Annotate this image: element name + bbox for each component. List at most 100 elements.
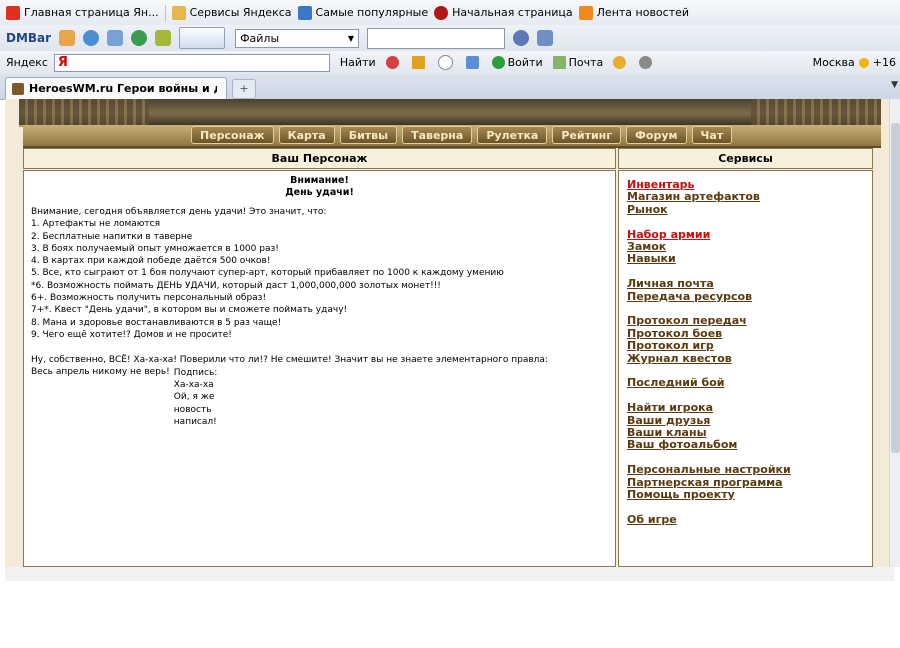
- puzzle-icon[interactable]: [155, 30, 172, 46]
- service-link[interactable]: Навыки: [627, 253, 867, 266]
- menu-item[interactable]: Чат: [691, 126, 733, 144]
- weather-widget[interactable]: Москва +16: [813, 56, 896, 69]
- comment-tool[interactable]: [437, 55, 456, 70]
- site-banner: [19, 99, 881, 127]
- service-link[interactable]: Личная почта: [627, 277, 867, 290]
- signature-line: новость: [173, 404, 212, 415]
- temperature-label: +16: [872, 56, 896, 69]
- bookmark-tool-icon[interactable]: [537, 30, 554, 46]
- globe-icon[interactable]: [131, 30, 148, 46]
- bookmark-yandex-home[interactable]: Главная страница Ян...: [6, 5, 159, 20]
- signature-block: Весь апрель никому не верь! Подпись: Ха-х…: [31, 366, 601, 428]
- login-label: Войти: [507, 56, 543, 69]
- start-page-icon: [434, 5, 449, 20]
- notice-body: Внимание, сегодня объявляется день удачи…: [31, 206, 601, 428]
- notice-lines: Внимание, сегодня объявляется день удачи…: [31, 206, 601, 341]
- mail-label: Почта: [568, 56, 604, 69]
- city-label: Москва: [812, 56, 855, 69]
- tools-icon[interactable]: [107, 30, 124, 46]
- notice-line: Внимание, сегодня объявляется день удачи…: [31, 207, 327, 217]
- character-panel: Внимание! День удачи! Внимание, сегодня …: [23, 170, 616, 567]
- yandex-menu[interactable]: Яндекс: [6, 56, 48, 69]
- tab-list-arrow-icon[interactable]: ▼: [891, 80, 898, 90]
- service-link[interactable]: Помощь проекту: [627, 488, 867, 501]
- bookmarks-bar: Главная страница Ян... Сервисы Яндекса С…: [0, 0, 900, 26]
- menu-item[interactable]: Рулетка: [477, 126, 548, 144]
- service-link[interactable]: Протокол игр: [627, 339, 867, 352]
- service-link[interactable]: Протокол передач: [627, 315, 867, 328]
- bookmark-news-feed[interactable]: Лента новостей: [578, 5, 689, 20]
- yandex-search-input[interactable]: Я: [53, 53, 330, 72]
- bookmark-popular[interactable]: Самые популярные: [297, 5, 429, 20]
- menu-item[interactable]: Таверна: [402, 126, 473, 144]
- notice-line: 1. Артефакты не ломаются: [31, 219, 160, 230]
- service-link[interactable]: Журнал квестов: [627, 352, 867, 365]
- vertical-scrollbar[interactable]: [889, 99, 900, 567]
- notice-line: 3. В боях получаемый опыт умножается в 1…: [31, 243, 279, 254]
- menu-item[interactable]: Битвы: [339, 126, 398, 144]
- gear-icon: [639, 56, 653, 69]
- rss-icon: [578, 5, 593, 20]
- find-label: Найти: [339, 56, 376, 69]
- services-panel: Инвентарь Магазин артефактов Рынок Набор ар…: [618, 170, 873, 567]
- service-link[interactable]: Найти игрока: [627, 401, 867, 414]
- notice-closing-2: Весь апрель никому не верь!: [31, 366, 170, 377]
- bookmark-label: Самые популярные: [315, 6, 429, 19]
- settings-button[interactable]: [639, 56, 655, 69]
- mail-button[interactable]: Почта: [552, 56, 604, 69]
- tab-heroeswm[interactable]: HeroesWM.ru Герои войны и денег...: [5, 77, 227, 99]
- favicon-icon: [12, 82, 24, 95]
- files-dropdown[interactable]: Файлы ▼: [235, 28, 360, 48]
- service-link[interactable]: Персональные настройки: [627, 463, 867, 476]
- site-menu: Персонаж Карта Битвы Таверна Рулетка Рейтинг Ф…: [191, 125, 737, 144]
- selected-tool-button[interactable]: [179, 27, 226, 49]
- login-icon: [491, 56, 505, 69]
- service-link[interactable]: Последний бой: [627, 377, 867, 390]
- page-viewport: Персонаж Карта Битвы Таверна Рулетка Рейтинг Ф…: [5, 99, 894, 567]
- banner-ornament-right: [751, 99, 881, 125]
- bookmark-start-page[interactable]: Начальная страница: [434, 5, 573, 20]
- files-label: Файлы: [240, 31, 280, 45]
- find-button[interactable]: Найти: [340, 56, 376, 69]
- toolbar-search-input[interactable]: [367, 27, 506, 49]
- scrollbar-thumb[interactable]: [891, 123, 900, 453]
- status-strip: [5, 567, 894, 581]
- service-link[interactable]: Рынок: [627, 203, 867, 216]
- menu-item[interactable]: Рейтинг: [552, 126, 622, 144]
- divider: [164, 4, 166, 21]
- rating-tool[interactable]: [411, 56, 428, 69]
- tab-title: HeroesWM.ru Герои войны и денег...: [29, 82, 217, 95]
- notice-title-2: День удачи!: [285, 187, 354, 198]
- highlight-tool[interactable]: [385, 56, 402, 69]
- dmbar-toolbar: DMBar Файлы ▼: [0, 25, 900, 52]
- mail-icon: [552, 56, 566, 69]
- yandex-bar: Яндекс Я Найти Войти Почта Москва +16: [0, 51, 900, 75]
- notice-line: 9. Чего ещё хотите!? Домов и не просите!: [31, 329, 232, 340]
- notice-title-1: Внимание!: [290, 175, 349, 186]
- menu-item[interactable]: Форум: [626, 126, 687, 144]
- chat-icon[interactable]: [59, 30, 76, 46]
- notice-line: 5. Все, кто сыграют от 1 боя получают су…: [31, 268, 504, 279]
- refresh-icon[interactable]: [83, 30, 100, 46]
- bookmark-yandex-services[interactable]: Сервисы Яндекса: [171, 5, 292, 20]
- service-link[interactable]: Ваш фотоальбом: [627, 439, 867, 452]
- dmbar-logo: DMBar: [6, 31, 52, 45]
- search-icon[interactable]: [513, 30, 530, 46]
- new-tab-button[interactable]: +: [232, 79, 256, 99]
- check-tool[interactable]: [465, 56, 482, 69]
- bookmarks-tool[interactable]: [613, 56, 629, 69]
- marker-icon: [385, 56, 399, 69]
- signature-line: написал!: [173, 417, 217, 428]
- menu-item[interactable]: Персонаж: [191, 126, 274, 144]
- banner-ornament-left: [19, 99, 149, 125]
- notice-line: 8. Мана и здоровье востанавливаются в 5 …: [31, 317, 282, 328]
- service-link[interactable]: Передача ресурсов: [627, 290, 867, 303]
- service-link[interactable]: Об игре: [627, 513, 867, 526]
- login-button[interactable]: Войти: [491, 56, 543, 69]
- service-link[interactable]: Магазин артефактов: [627, 190, 867, 203]
- menu-item[interactable]: Карта: [278, 126, 335, 144]
- bookmark-label: Начальная страница: [452, 6, 573, 19]
- signature-line: Ой, я же: [173, 392, 215, 403]
